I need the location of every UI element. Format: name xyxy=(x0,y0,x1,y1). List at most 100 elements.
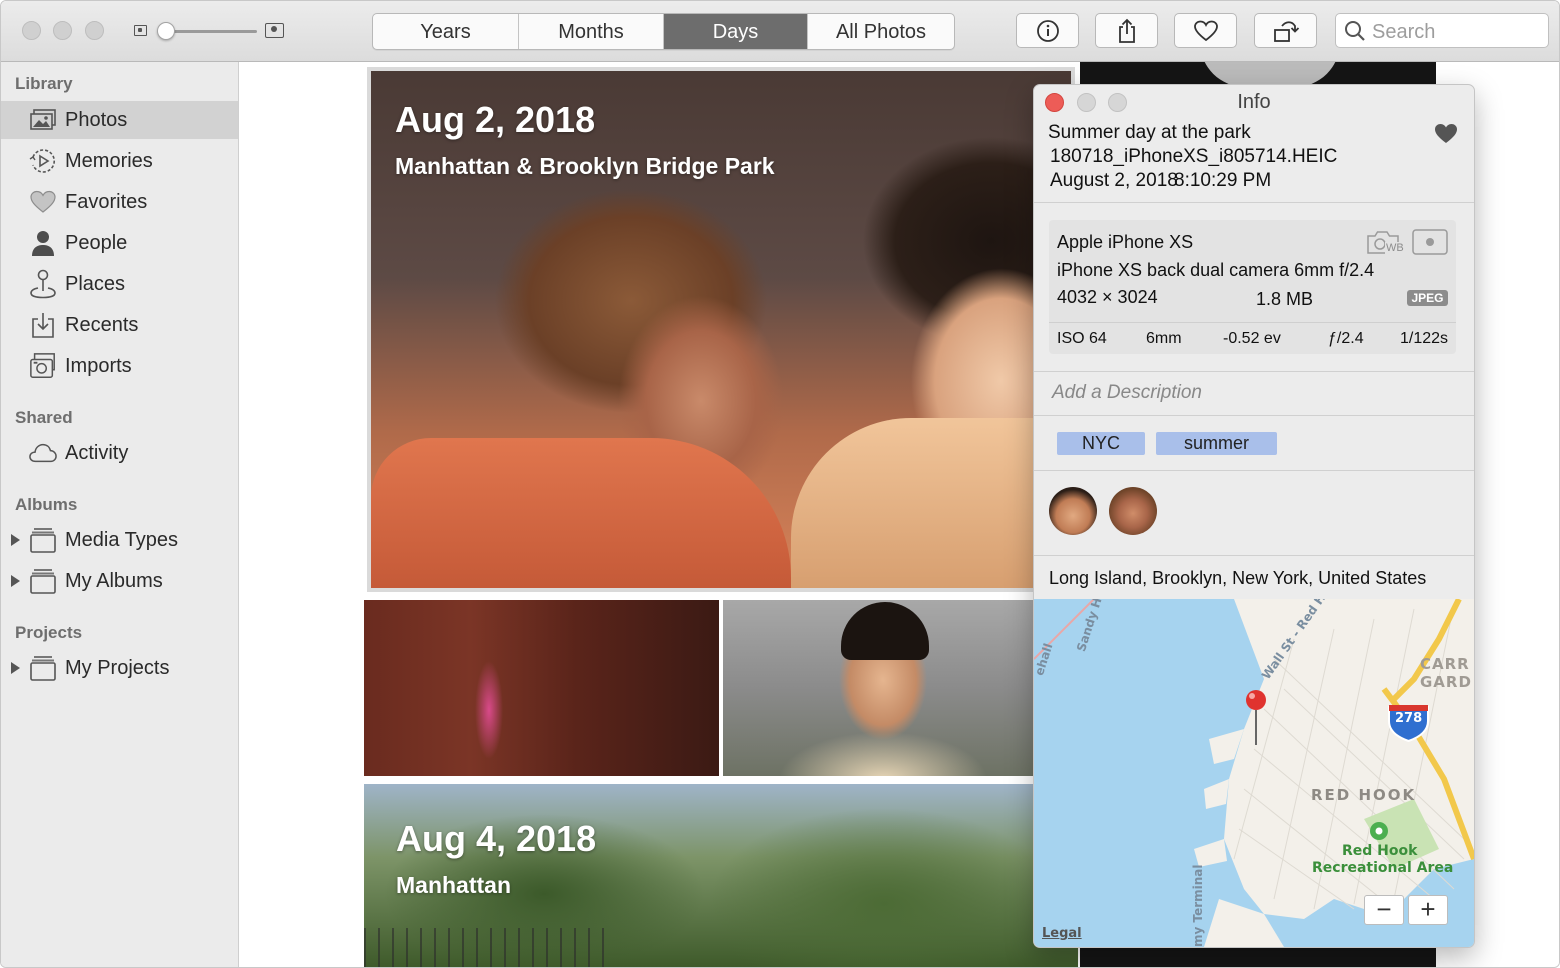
photo-hero-aug-2[interactable]: Aug 2, 2018 Manhattan & Brooklyn Bridge … xyxy=(367,67,1075,592)
zoom-window-button[interactable] xyxy=(85,21,104,40)
heart-icon xyxy=(29,188,57,216)
disclosure-triangle-icon[interactable] xyxy=(11,575,20,587)
exif-aperture: ƒ/2.4 xyxy=(1328,330,1364,347)
photo-title-field[interactable]: Summer day at the park xyxy=(1048,122,1251,144)
map-label-gard: GARD xyxy=(1420,673,1472,691)
sidebar-item-label: Places xyxy=(65,272,126,295)
keyword-tag[interactable]: NYC xyxy=(1057,432,1145,455)
sidebar-item-favorites[interactable]: Favorites xyxy=(1,183,238,221)
minimize-window-button[interactable] xyxy=(53,21,72,40)
person-icon xyxy=(29,229,57,257)
white-balance-label: WB xyxy=(1385,242,1405,255)
photo-thumbnail[interactable] xyxy=(364,600,719,776)
section-header-projects: Projects xyxy=(15,623,83,642)
map-zoom-out-button[interactable]: − xyxy=(1364,895,1404,925)
favorite-heart-icon[interactable] xyxy=(1434,123,1458,144)
section-header-library: Library xyxy=(15,74,73,93)
sidebar-item-imports[interactable]: Imports xyxy=(1,347,238,385)
camera-model: Apple iPhone XS xyxy=(1057,232,1194,252)
zoom-out-thumbnail-icon[interactable] xyxy=(134,25,147,36)
disclosure-triangle-icon[interactable] xyxy=(11,534,20,546)
map-legal-link[interactable]: Legal xyxy=(1042,926,1082,941)
tab-years[interactable]: Years xyxy=(373,14,519,49)
divider xyxy=(1034,415,1474,416)
photo-filename: 180718_iPhoneXS_i805714.HEIC xyxy=(1050,146,1338,167)
map-label-park: Red Hook xyxy=(1342,843,1418,859)
camera-icon xyxy=(29,352,57,380)
sidebar-item-my-projects[interactable]: My Projects xyxy=(1,649,238,687)
photo-time: 8:10:29 PM xyxy=(1174,170,1272,191)
share-icon xyxy=(1118,18,1135,43)
photos-icon xyxy=(29,106,57,134)
description-field[interactable]: Add a Description xyxy=(1052,382,1202,404)
info-icon xyxy=(1036,19,1059,42)
info-panel: Info Summer day at the park 180718_iPhon… xyxy=(1033,84,1475,948)
folder-icon xyxy=(29,654,57,682)
person-face-thumbnail[interactable] xyxy=(1049,487,1097,535)
person-face-thumbnail[interactable] xyxy=(1109,487,1157,535)
sidebar-item-activity[interactable]: Activity xyxy=(1,434,238,472)
favorite-button[interactable] xyxy=(1174,13,1237,48)
zoom-in-thumbnail-icon[interactable] xyxy=(265,23,284,38)
sidebar-item-label: Memories xyxy=(65,149,153,172)
day-date-title: Aug 2, 2018 xyxy=(395,99,596,140)
sidebar-item-memories[interactable]: Memories xyxy=(1,142,238,180)
sidebar-item-people[interactable]: People xyxy=(1,224,238,262)
share-button[interactable] xyxy=(1095,13,1158,48)
exif-focal-length: 6mm xyxy=(1146,330,1182,347)
camera-info-box: Apple iPhone XS iPhone XS back dual came… xyxy=(1049,220,1456,354)
search-input[interactable] xyxy=(1370,18,1544,46)
sidebar: Library Photos Memories Favorites People… xyxy=(1,62,239,967)
folder-icon xyxy=(29,526,57,554)
info-panel-title: Info xyxy=(1237,91,1271,113)
memories-icon xyxy=(29,147,57,175)
photo-thumbnail[interactable] xyxy=(723,600,1035,776)
folder-icon xyxy=(29,567,57,595)
day-date-title: Aug 4, 2018 xyxy=(396,818,597,859)
sidebar-item-label: Recents xyxy=(65,313,139,336)
sidebar-item-label: Activity xyxy=(65,441,129,464)
search-field[interactable] xyxy=(1335,13,1549,48)
sidebar-item-my-albums[interactable]: My Albums xyxy=(1,562,238,600)
camera-lens: iPhone XS back dual camera 6mm f/2.4 xyxy=(1057,260,1375,280)
sidebar-item-places[interactable]: Places xyxy=(1,265,238,303)
tab-days[interactable]: Days xyxy=(664,14,808,49)
sidebar-item-photos[interactable]: Photos xyxy=(1,101,238,139)
view-segmented-control: Years Months Days All Photos xyxy=(372,13,955,50)
disclosure-triangle-icon[interactable] xyxy=(11,662,20,674)
recents-icon xyxy=(29,311,57,339)
section-header-albums: Albums xyxy=(15,495,78,514)
sidebar-item-media-types[interactable]: Media Types xyxy=(1,521,238,559)
sidebar-item-recents[interactable]: Recents xyxy=(1,306,238,344)
sidebar-item-label: My Projects xyxy=(65,656,170,679)
sidebar-item-label: Favorites xyxy=(65,190,148,213)
rotate-button[interactable] xyxy=(1254,13,1317,48)
search-icon xyxy=(1345,21,1365,41)
divider xyxy=(1034,371,1474,372)
keyword-tag[interactable]: summer xyxy=(1156,432,1277,455)
day-location-subtitle: Manhattan xyxy=(396,872,511,898)
thumbnail-size-slider[interactable] xyxy=(161,30,257,33)
photo-hero-aug-4[interactable]: Aug 4, 2018 Manhattan xyxy=(364,784,1078,967)
photo-file-size: 1.8 MB xyxy=(1256,289,1314,309)
cloud-icon xyxy=(29,439,57,467)
tab-months[interactable]: Months xyxy=(519,14,664,49)
map-label-park-area: Recreational Area xyxy=(1312,860,1454,876)
map-zoom-in-button[interactable]: + xyxy=(1408,895,1448,925)
close-window-button[interactable] xyxy=(22,21,41,40)
info-button[interactable] xyxy=(1016,13,1079,48)
tab-all-photos[interactable]: All Photos xyxy=(808,14,954,49)
sidebar-item-label: My Albums xyxy=(65,569,163,592)
section-header-shared: Shared xyxy=(15,408,73,427)
sidebar-item-label: Imports xyxy=(65,354,132,377)
day-location-subtitle: Manhattan & Brooklyn Bridge Park xyxy=(395,153,775,179)
thumbnail-size-slider-knob[interactable] xyxy=(157,22,175,40)
map-label-carr: CARR xyxy=(1420,655,1470,673)
divider xyxy=(1034,202,1474,203)
exif-iso: ISO 64 xyxy=(1057,330,1107,347)
exif-shutter-speed: 1/122s xyxy=(1400,330,1449,347)
map-label-red-hook: RED HOOK xyxy=(1311,786,1417,804)
photos-window: Years Months Days All Photos Search Libr… xyxy=(0,0,1560,968)
exif-exposure-bias: -0.52 ev xyxy=(1223,330,1281,347)
location-map[interactable]: CARR GARD RED HOOK Red Hook Recreational… xyxy=(1034,599,1474,947)
